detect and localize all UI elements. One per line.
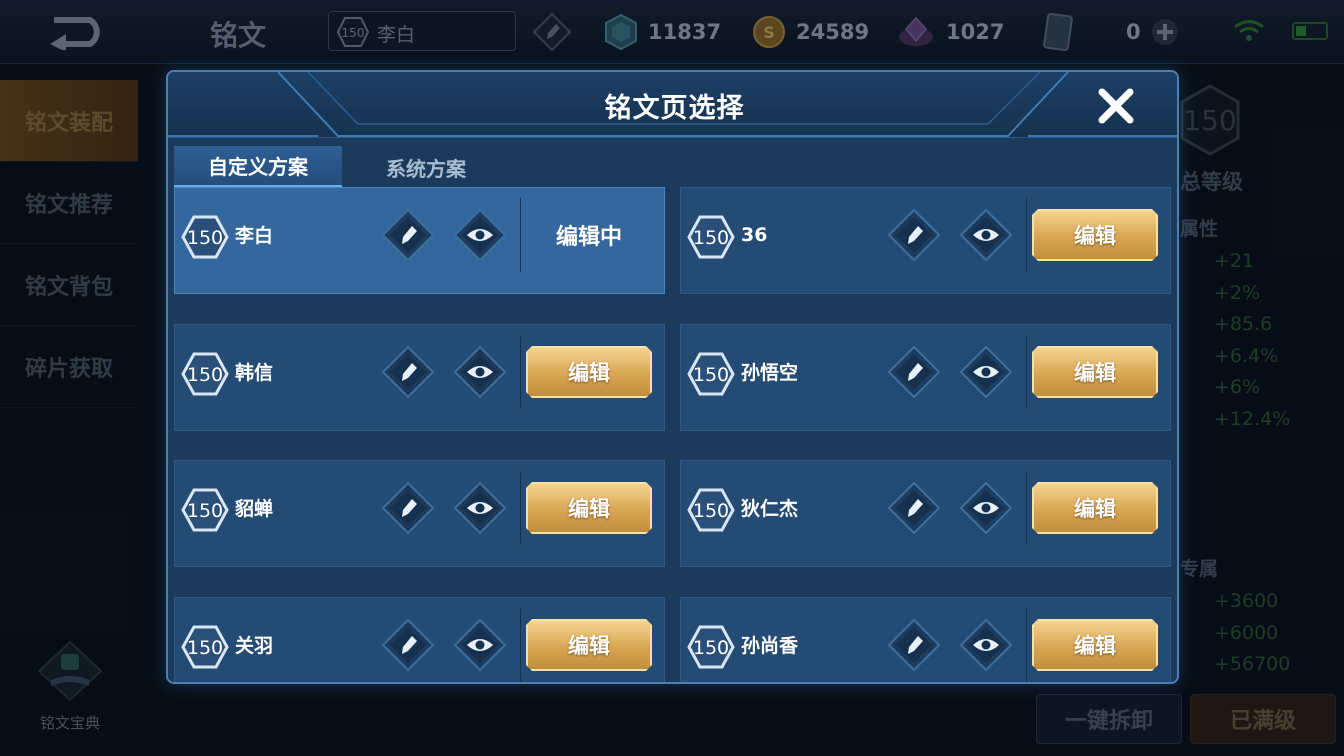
editing-status: 编辑中 [555, 225, 622, 250]
rune-page-card[interactable]: 150 貂蝉 编辑 [174, 460, 665, 567]
preview-eye-icon[interactable] [453, 481, 507, 535]
svg-text:150: 150 [187, 364, 223, 386]
rename-pen-icon[interactable] [887, 618, 941, 672]
edit-button[interactable]: 编辑 [526, 619, 652, 671]
svg-text:150: 150 [693, 227, 729, 249]
rune-page-card[interactable]: 150 李白 编辑中 [174, 187, 665, 294]
svg-text:150: 150 [187, 500, 223, 522]
rename-pen-icon[interactable] [887, 345, 941, 399]
svg-text:150: 150 [693, 500, 729, 522]
rune-page-name: 36 [741, 223, 768, 246]
svg-text:150: 150 [187, 637, 223, 659]
svg-text:150: 150 [693, 364, 729, 386]
edit-button[interactable]: 编辑 [1032, 482, 1158, 534]
divider [1026, 608, 1027, 682]
rename-pen-icon[interactable] [381, 618, 435, 672]
close-icon[interactable] [1094, 84, 1138, 128]
edit-button[interactable]: 编辑 [526, 346, 652, 398]
dialog-title: 铭文页选择 [604, 93, 745, 124]
preview-eye-icon[interactable] [453, 345, 507, 399]
rename-pen-icon[interactable] [381, 345, 435, 399]
rune-page-name: 貂蝉 [235, 498, 274, 520]
divider [520, 198, 521, 272]
rename-pen-icon[interactable] [381, 208, 435, 262]
dialog-header: 铭文页选择 [168, 72, 1177, 138]
tab-system-plan[interactable]: 系统方案 [342, 146, 510, 188]
rune-page-card[interactable]: 150 孙尚香 编辑 [680, 597, 1171, 682]
preview-eye-icon[interactable] [453, 208, 507, 262]
rune-page-name: 韩信 [235, 362, 274, 384]
plan-tabs: 自定义方案 系统方案 [174, 146, 510, 188]
edit-button[interactable]: 编辑 [1032, 619, 1158, 671]
rename-pen-icon[interactable] [887, 481, 941, 535]
level-hex-icon: 150 [181, 488, 229, 532]
rune-page-name: 李白 [235, 225, 274, 247]
rune-page-name: 关羽 [235, 635, 274, 657]
edit-button[interactable]: 编辑 [1032, 346, 1158, 398]
divider [520, 335, 521, 409]
edit-button[interactable]: 编辑 [1032, 209, 1158, 261]
rune-page-card[interactable]: 150 韩信 编辑 [174, 324, 665, 431]
divider [1026, 335, 1027, 409]
rename-pen-icon[interactable] [887, 208, 941, 262]
level-hex-icon: 150 [687, 215, 735, 259]
preview-eye-icon[interactable] [959, 208, 1013, 262]
rune-page-name: 狄仁杰 [741, 498, 799, 520]
svg-text:150: 150 [693, 637, 729, 659]
preview-eye-icon[interactable] [959, 481, 1013, 535]
level-hex-icon: 150 [687, 352, 735, 396]
divider [1026, 198, 1027, 272]
level-hex-icon: 150 [687, 625, 735, 669]
preview-eye-icon[interactable] [959, 618, 1013, 672]
divider [520, 608, 521, 682]
edit-button[interactable]: 编辑 [526, 482, 652, 534]
svg-text:150: 150 [187, 227, 223, 249]
tab-custom-plan[interactable]: 自定义方案 [174, 146, 342, 188]
level-hex-icon: 150 [181, 625, 229, 669]
divider [520, 471, 521, 545]
rune-page-card[interactable]: 150 关羽 编辑 [174, 597, 665, 682]
rune-page-card[interactable]: 150 孙悟空 编辑 [680, 324, 1171, 431]
level-hex-icon: 150 [687, 488, 735, 532]
rune-page-name: 孙尚香 [741, 635, 799, 657]
preview-eye-icon[interactable] [959, 345, 1013, 399]
rune-page-select-dialog: 铭文页选择 自定义方案 系统方案 150 李白 编辑中 150 36 编辑 15… [166, 70, 1179, 684]
rune-page-card[interactable]: 150 狄仁杰 编辑 [680, 460, 1171, 567]
rune-page-card[interactable]: 150 36 编辑 [680, 187, 1171, 294]
level-hex-icon: 150 [181, 215, 229, 259]
preview-eye-icon[interactable] [453, 618, 507, 672]
rune-page-name: 孙悟空 [741, 362, 799, 384]
level-hex-icon: 150 [181, 352, 229, 396]
rename-pen-icon[interactable] [381, 481, 435, 535]
divider [1026, 471, 1027, 545]
